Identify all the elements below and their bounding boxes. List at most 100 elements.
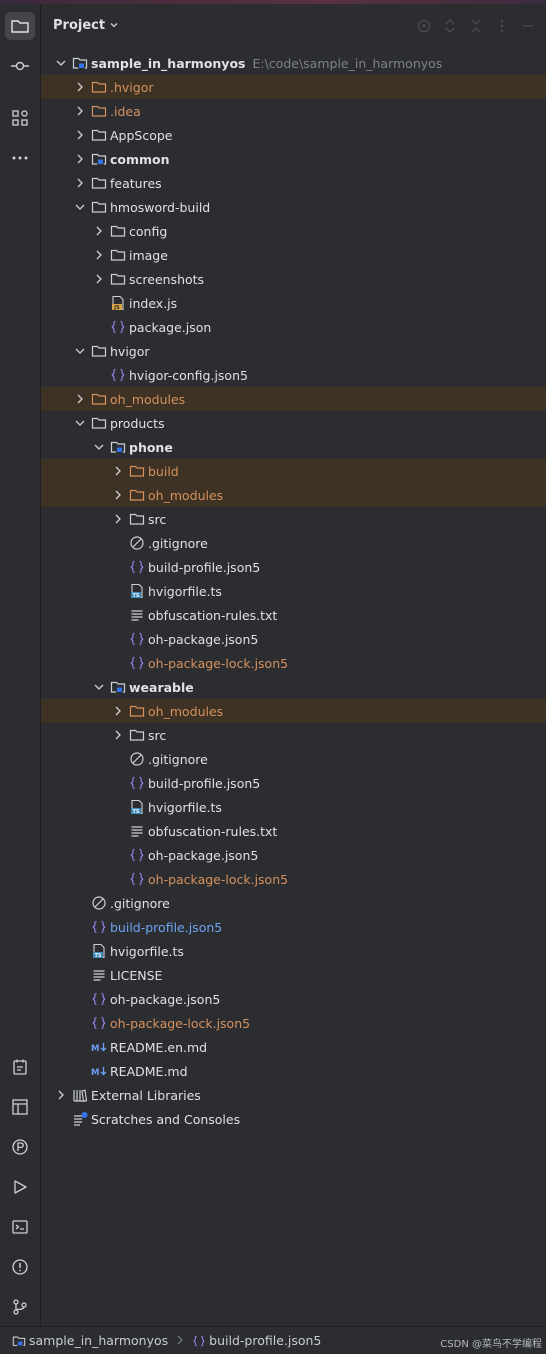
tree-row[interactable]: AppScope xyxy=(41,123,546,147)
tree-row[interactable]: obfuscation-rules.txt xyxy=(41,819,546,843)
tree-row[interactable]: oh_modules xyxy=(41,699,546,723)
chevron-right-icon[interactable] xyxy=(72,151,88,167)
tree-row[interactable]: oh-package-lock.json5 xyxy=(41,1011,546,1035)
tree-row[interactable]: LICENSE xyxy=(41,963,546,987)
tree-row[interactable]: features xyxy=(41,171,546,195)
tree-row[interactable]: build-profile.json5 xyxy=(41,555,546,579)
json-file-icon xyxy=(129,631,145,647)
chevron-right-icon[interactable] xyxy=(72,391,88,407)
hide-panel-icon[interactable] xyxy=(520,18,536,34)
tree-row[interactable]: oh-package-lock.json5 xyxy=(41,867,546,891)
tree-item-label: oh-package.json5 xyxy=(110,991,221,1007)
expand-all-icon[interactable] xyxy=(442,18,458,34)
chevron-right-icon[interactable] xyxy=(110,487,126,503)
profiler-tool-button[interactable] xyxy=(5,1133,35,1161)
problems-tool-button[interactable] xyxy=(5,1253,35,1281)
tree-row[interactable]: oh-package.json5 xyxy=(41,987,546,1011)
tree-row[interactable]: .gitignore xyxy=(41,891,546,915)
project-tool-button[interactable] xyxy=(5,12,35,40)
chevron-down-icon[interactable] xyxy=(91,439,107,455)
tree-row[interactable]: M README.md xyxy=(41,1059,546,1083)
panel-title[interactable]: Project xyxy=(53,18,105,33)
chevron-right-icon[interactable] xyxy=(110,727,126,743)
tree-row[interactable]: External Libraries xyxy=(41,1083,546,1107)
more-tools-button[interactable] xyxy=(5,144,35,172)
tree-row[interactable]: screenshots xyxy=(41,267,546,291)
terminal-tool-button[interactable] xyxy=(5,1213,35,1241)
tree-row[interactable]: .idea xyxy=(41,99,546,123)
chevron-right-icon[interactable] xyxy=(110,463,126,479)
chevron-down-icon[interactable] xyxy=(72,415,88,431)
layout-tool-button[interactable] xyxy=(5,1093,35,1121)
tree-row[interactable]: hvigor-config.json5 xyxy=(41,363,546,387)
collapse-all-icon[interactable] xyxy=(468,18,484,34)
tree-row[interactable]: .hvigor xyxy=(41,75,546,99)
tree-row[interactable]: wearable xyxy=(41,675,546,699)
tree-row[interactable]: src xyxy=(41,723,546,747)
chevron-down-icon[interactable] xyxy=(72,343,88,359)
tree-row[interactable]: package.json xyxy=(41,315,546,339)
tree-item-label: hvigor xyxy=(110,343,150,359)
tree-row[interactable]: products xyxy=(41,411,546,435)
chevron-right-icon[interactable] xyxy=(91,271,107,287)
tree-row[interactable]: oh-package.json5 xyxy=(41,843,546,867)
chevron-down-icon[interactable] xyxy=(109,20,119,30)
tree-row[interactable]: obfuscation-rules.txt xyxy=(41,603,546,627)
folder-icon xyxy=(91,79,107,95)
tree-row[interactable]: .gitignore xyxy=(41,747,546,771)
git-tool-button[interactable] xyxy=(5,1293,35,1321)
tree-row[interactable]: hmosword-build xyxy=(41,195,546,219)
tree-row[interactable]: hvigor xyxy=(41,339,546,363)
commit-tool-button[interactable] xyxy=(5,52,35,80)
tree-row[interactable]: phone xyxy=(41,435,546,459)
tree-row[interactable]: build xyxy=(41,459,546,483)
tree-row[interactable]: oh_modules xyxy=(41,387,546,411)
chevron-down-icon[interactable] xyxy=(91,679,107,695)
chevron-right-icon[interactable] xyxy=(72,79,88,95)
chevron-down-icon[interactable] xyxy=(72,199,88,215)
chevron-right-icon[interactable] xyxy=(110,703,126,719)
json-file-icon xyxy=(91,1015,107,1031)
chevron-right-icon[interactable] xyxy=(72,103,88,119)
folder-icon xyxy=(129,727,145,743)
chevron-right-icon[interactable] xyxy=(53,1087,69,1103)
chevron-right-icon[interactable] xyxy=(72,175,88,191)
chevron-right-icon[interactable] xyxy=(72,127,88,143)
text-file-icon xyxy=(91,967,107,983)
breadcrumb-item[interactable]: sample_in_harmonyos xyxy=(12,1333,168,1348)
tree-row[interactable]: TS hvigorfile.ts xyxy=(41,579,546,603)
tree-row[interactable]: .gitignore xyxy=(41,531,546,555)
tree-item-label: .gitignore xyxy=(110,895,170,911)
tree-row[interactable]: Scratches and Consoles xyxy=(41,1107,546,1131)
select-opened-file-icon[interactable] xyxy=(416,18,432,34)
tree-row[interactable]: image xyxy=(41,243,546,267)
json-file-icon xyxy=(91,919,107,935)
structure-tool-button[interactable] xyxy=(5,104,35,132)
tree-row[interactable]: oh-package-lock.json5 xyxy=(41,651,546,675)
tree-row[interactable]: config xyxy=(41,219,546,243)
chevron-right-icon[interactable] xyxy=(91,247,107,263)
markdown-file-icon: M xyxy=(91,1063,107,1079)
tree-row[interactable]: TS hvigorfile.ts xyxy=(41,795,546,819)
todo-tool-button[interactable] xyxy=(5,1053,35,1081)
services-tool-button[interactable] xyxy=(5,1173,35,1201)
tree-row[interactable]: build-profile.json5 xyxy=(41,915,546,939)
chevron-right-icon[interactable] xyxy=(91,223,107,239)
tree-row[interactable]: sample_in_harmonyos E:\code\sample_in_har… xyxy=(41,51,546,75)
tree-row[interactable]: common xyxy=(41,147,546,171)
chevron-down-icon[interactable] xyxy=(53,55,69,71)
tree-row[interactable]: oh_modules xyxy=(41,483,546,507)
chevron-right-icon[interactable] xyxy=(110,511,126,527)
options-icon[interactable] xyxy=(494,18,510,34)
tree-row[interactable]: JS index.js xyxy=(41,291,546,315)
tree-row[interactable]: oh-package.json5 xyxy=(41,627,546,651)
terminal-icon xyxy=(12,1220,28,1234)
tree-row[interactable]: TS hvigorfile.ts xyxy=(41,939,546,963)
tree-row[interactable]: M README.en.md xyxy=(41,1035,546,1059)
tree-row[interactable]: src xyxy=(41,507,546,531)
tree-row[interactable]: build-profile.json5 xyxy=(41,771,546,795)
breadcrumb-item[interactable]: build-profile.json5 xyxy=(192,1333,321,1348)
